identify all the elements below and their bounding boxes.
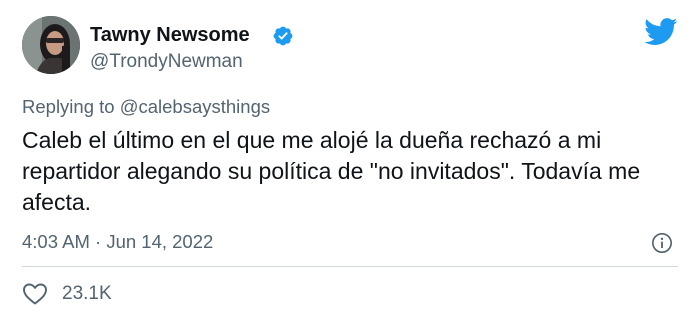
- replying-to-label: Replying to: [22, 96, 115, 117]
- info-icon[interactable]: [651, 232, 673, 254]
- like-count: 23.1K: [62, 283, 112, 304]
- verified-badge-icon: [273, 26, 293, 46]
- reply-mention-link[interactable]: @calebsaysthings: [120, 96, 270, 117]
- tweet-text: Caleb el último en el que me alojé la du…: [22, 127, 641, 215]
- divider: [22, 266, 678, 267]
- like-action[interactable]: 23.1K: [22, 280, 112, 308]
- author-name[interactable]: Tawny Newsome: [90, 22, 250, 48]
- author-handle[interactable]: @TrondyNewman: [90, 50, 243, 74]
- avatar[interactable]: [22, 16, 80, 74]
- replying-to: Replying to @calebsaysthings: [22, 95, 270, 119]
- heart-icon[interactable]: [22, 282, 48, 306]
- twitter-bird-icon[interactable]: [644, 18, 678, 46]
- tweet-timestamp[interactable]: 4:03 AM · Jun 14, 2022: [22, 230, 213, 254]
- tweet-card: Tawny Newsome @TrondyNewman Replying to …: [0, 0, 700, 319]
